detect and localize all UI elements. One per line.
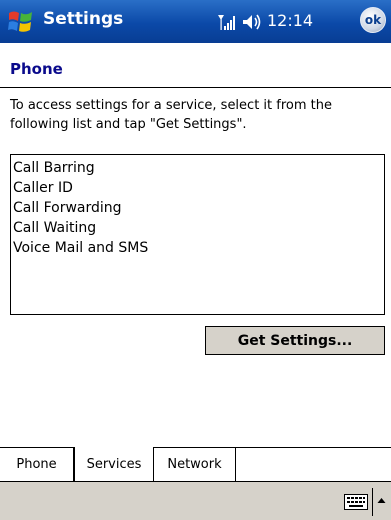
keyboard-icon[interactable] bbox=[344, 494, 368, 510]
app-title: Settings bbox=[43, 9, 124, 29]
list-item-voice-mail-sms[interactable]: Voice Mail and SMS bbox=[11, 238, 384, 258]
list-item-call-waiting[interactable]: Call Waiting bbox=[11, 218, 384, 238]
list-item-call-barring[interactable]: Call Barring bbox=[11, 158, 384, 178]
title-bar: Settings 12:14 ok bbox=[0, 0, 391, 43]
get-settings-button[interactable]: Get Settings... bbox=[205, 326, 385, 355]
service-list[interactable]: Call Barring Caller ID Call Forwarding C… bbox=[10, 154, 385, 315]
heading-divider bbox=[0, 87, 391, 88]
tab-strip: Phone Services Network bbox=[0, 447, 391, 481]
list-item-caller-id[interactable]: Caller ID bbox=[11, 178, 384, 198]
menu-bar bbox=[0, 481, 391, 520]
instructions-text: To access settings for a service, select… bbox=[10, 98, 332, 132]
tab-network[interactable]: Network bbox=[154, 447, 236, 481]
list-item-call-forwarding[interactable]: Call Forwarding bbox=[11, 198, 384, 218]
signal-icon[interactable] bbox=[215, 11, 237, 33]
ok-button[interactable]: ok bbox=[360, 7, 386, 33]
volume-icon[interactable] bbox=[240, 11, 262, 33]
tab-services[interactable]: Services bbox=[74, 447, 154, 481]
tab-phone[interactable]: Phone bbox=[0, 447, 74, 481]
windows-flag-icon[interactable] bbox=[6, 7, 36, 37]
clock[interactable]: 12:14 bbox=[267, 11, 313, 30]
page-title: Phone bbox=[10, 60, 63, 78]
up-arrow-icon[interactable] bbox=[377, 496, 386, 505]
sip-divider bbox=[372, 488, 373, 516]
